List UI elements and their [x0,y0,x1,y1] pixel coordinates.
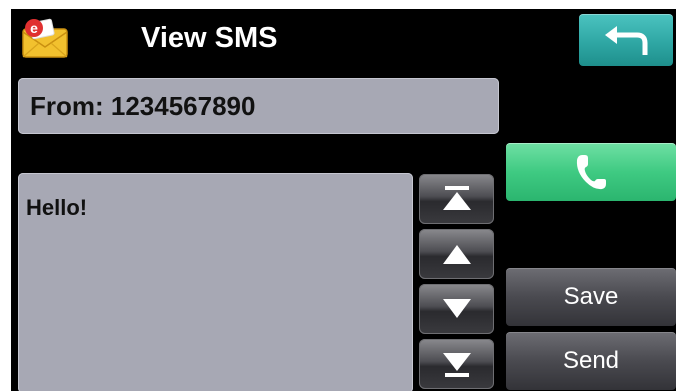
message-body[interactable]: Hello! [18,173,413,391]
phone-icon [576,155,606,190]
arrow-down-icon [442,299,471,318]
save-button[interactable]: Save [506,268,676,326]
scroll-to-top-button[interactable] [419,174,494,224]
scroll-up-button[interactable] [419,229,494,279]
scroll-bottom-icon [442,353,471,377]
scroll-to-bottom-button[interactable] [419,339,494,389]
message-text: Hello! [26,195,88,220]
envelope-email-icon: e [19,15,71,61]
page-title: View SMS [141,22,278,54]
back-arrow-icon [605,26,648,55]
call-button[interactable] [506,143,676,201]
send-button[interactable]: Send [506,332,676,390]
from-field: From: 1234567890 [18,78,499,134]
back-button[interactable] [579,14,673,66]
scroll-top-icon [442,186,471,210]
sender-label: From: 1234567890 [30,91,256,121]
sms-view-screen: e View SMS From: 1234567890 Hello! Save … [11,9,676,391]
arrow-up-icon [442,245,471,264]
scroll-down-button[interactable] [419,284,494,334]
svg-text:e: e [30,20,38,36]
